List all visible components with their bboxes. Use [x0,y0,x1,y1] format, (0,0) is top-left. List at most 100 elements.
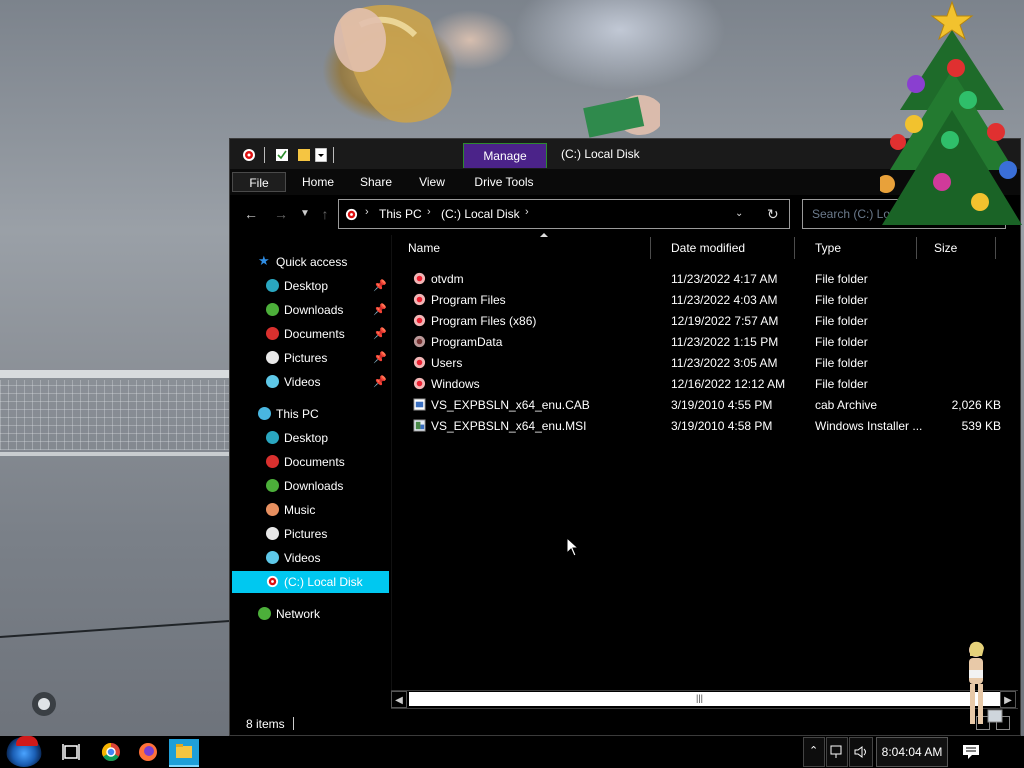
window-app-icon[interactable] [242,148,256,162]
file-row[interactable]: VS_EXPBSLN_x64_enu.MSI 3/19/2010 4:58 PM… [392,416,1010,437]
back-button[interactable]: ← [242,205,260,223]
tab-view[interactable]: View [414,172,450,192]
file-date: 11/23/2022 1:15 PM [671,335,779,349]
scroll-left-button[interactable]: ◀ [391,691,407,708]
breadcrumb-separator: › [427,206,431,218]
nav-label: (C:) Local Disk [284,575,363,589]
taskbar-clock[interactable]: 8:04:04 AM [876,737,948,767]
new-folder-icon[interactable] [297,148,311,162]
scrollbar-thumb[interactable]: ||| [409,692,1000,706]
address-bar[interactable]: › This PC › (C:) Local Disk › ⌄ ↻ [338,199,790,229]
file-row[interactable]: ProgramData 11/23/2022 1:15 PM File fold… [392,332,1010,353]
computer-icon [258,407,271,420]
file-type: File folder [815,314,868,328]
nav-quick-downloads[interactable]: Downloads 📌 [232,299,389,321]
show-hidden-icons-button[interactable]: ⌃ [803,737,825,767]
column-header-type[interactable]: Type [807,237,917,259]
breadcrumb-local-disk[interactable]: (C:) Local Disk [441,207,520,221]
drive-icon [345,208,358,221]
up-button[interactable]: ↑ [316,205,334,223]
nav-pc-videos[interactable]: Videos [232,547,389,569]
file-row[interactable]: Program Files 11/23/2022 4:03 AM File fo… [392,290,1010,311]
file-row[interactable]: Program Files (x86) 12/19/2022 7:57 AM F… [392,311,1010,332]
wallpaper-goal-bar [0,452,230,456]
file-date: 3/19/2010 4:55 PM [671,398,773,412]
column-header-size[interactable]: Size [926,237,996,259]
network-tray-button[interactable] [826,737,848,767]
file-name: Program Files (x86) [431,314,537,328]
grip-icon: ||| [696,693,704,703]
breadcrumb-separator: › [525,206,529,218]
chrome-icon [101,743,120,762]
file-row[interactable]: VS_EXPBSLN_x64_enu.CAB 3/19/2010 4:55 PM… [392,395,1010,416]
file-explorer-taskbar-button[interactable] [169,739,199,767]
nav-quick-videos[interactable]: Videos 📌 [232,371,389,393]
tab-home[interactable]: Home [296,172,340,192]
nav-pc-music[interactable]: Music [232,499,389,521]
file-type: File folder [815,272,868,286]
file-type: File folder [815,335,868,349]
nav-label: Desktop [284,431,329,445]
nav-quick-pictures[interactable]: Pictures 📌 [232,347,389,369]
file-size: 2,026 KB [951,398,1001,412]
column-header-date[interactable]: Date modified [663,237,795,259]
msi-file-icon [413,419,426,432]
file-row[interactable]: Users 11/23/2022 3:05 AM File folder [392,353,1010,374]
column-header-name[interactable]: Name [400,233,651,259]
tab-manage[interactable]: Manage [463,143,547,168]
file-type: File folder [815,356,868,370]
nav-pc-local-disk[interactable]: (C:) Local Disk [232,571,389,593]
pin-icon: 📌 [373,280,387,292]
folder-icon [176,744,192,758]
volume-tray-button[interactable] [849,737,873,767]
horizontal-scrollbar[interactable]: ◀ ||| ▶ [391,690,1018,709]
wallpaper-goal-crossbar [0,370,230,378]
forward-button[interactable]: → [272,205,290,223]
nav-pc-downloads[interactable]: Downloads [232,475,389,497]
tab-file[interactable]: File [232,172,286,192]
tab-share[interactable]: Share [356,172,396,192]
file-type: File folder [815,377,868,391]
network-icon [830,745,842,758]
qat-customize-icon[interactable] [315,148,327,162]
task-view-button[interactable] [56,739,86,765]
pictures-icon [266,527,279,540]
pin-icon: 📌 [373,352,387,364]
drive-icon [266,575,279,588]
breadcrumb-this-pc[interactable]: This PC [379,207,422,221]
column-label: Date modified [671,241,746,255]
nav-label: Pictures [284,527,328,541]
file-row[interactable]: Windows 12/16/2022 12:12 AM File folder [392,374,1010,395]
address-history-dropdown-icon[interactable]: ⌄ [735,208,743,219]
tab-drive-tools[interactable]: Drive Tools [470,172,538,192]
taskbar: ⌃ 8:04:04 AM [0,736,1024,768]
nav-pc-pictures[interactable]: Pictures [232,523,389,545]
nav-this-pc[interactable]: This PC [232,403,389,425]
file-row[interactable]: otvdm 11/23/2022 4:17 AM File folder [392,269,1010,290]
nav-quick-access[interactable]: ★ Quick access [232,251,389,273]
firefox-taskbar-button[interactable] [133,739,163,765]
properties-icon[interactable] [275,148,289,162]
file-date: 11/23/2022 3:05 AM [671,356,778,370]
refresh-icon[interactable]: ↻ [767,206,779,223]
chrome-taskbar-button[interactable] [96,739,126,765]
file-date: 12/19/2022 7:57 AM [671,314,779,328]
nav-network[interactable]: Network [232,603,389,625]
task-view-icon [62,744,80,760]
recent-locations-button[interactable]: ▼ [296,205,314,223]
file-name: VS_EXPBSLN_x64_enu.CAB [431,398,590,412]
nav-label: Quick access [276,255,348,269]
nav-pc-desktop[interactable]: Desktop [232,427,389,449]
nav-quick-desktop[interactable]: Desktop 📌 [232,275,389,297]
nav-pc-documents[interactable]: Documents [232,451,389,473]
start-button[interactable] [6,736,42,767]
folder-icon [413,335,426,348]
status-bar: 8 items [230,713,1020,735]
nav-label: Videos [284,375,321,389]
music-icon [266,503,279,516]
nav-quick-documents[interactable]: Documents 📌 [232,323,389,345]
action-center-button[interactable] [956,737,986,767]
wallpaper-pitch-line [0,619,230,638]
file-name: Program Files [431,293,506,307]
nav-label: This PC [276,407,319,421]
